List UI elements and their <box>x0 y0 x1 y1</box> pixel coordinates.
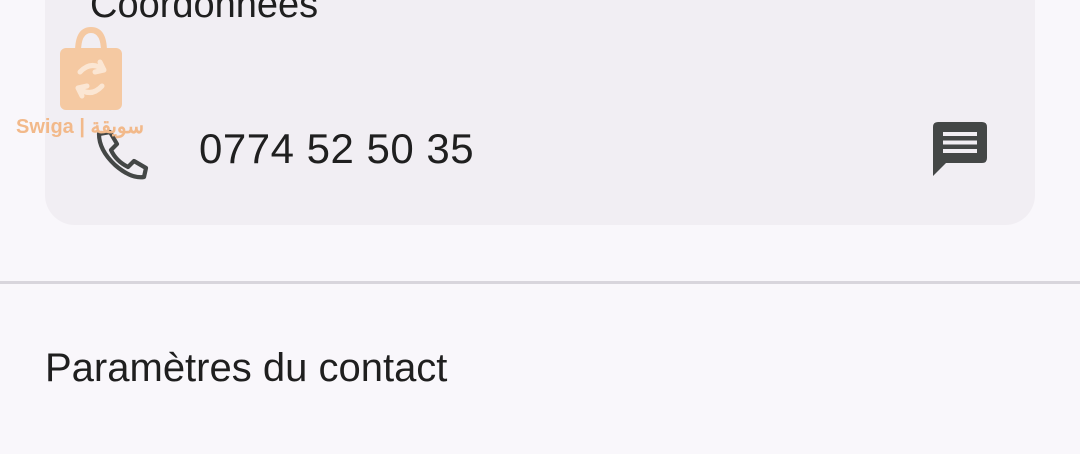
send-message-button[interactable] <box>925 114 995 184</box>
phone-row[interactable]: 0774 52 50 35 <box>45 100 1035 200</box>
phone-icon <box>93 128 151 180</box>
contact-settings-title[interactable]: Paramètres du contact <box>45 344 447 392</box>
phone-number: 0774 52 50 35 <box>199 125 475 172</box>
message-icon <box>933 122 987 176</box>
section-title: Coordonnées <box>90 0 319 26</box>
divider <box>0 281 1080 284</box>
